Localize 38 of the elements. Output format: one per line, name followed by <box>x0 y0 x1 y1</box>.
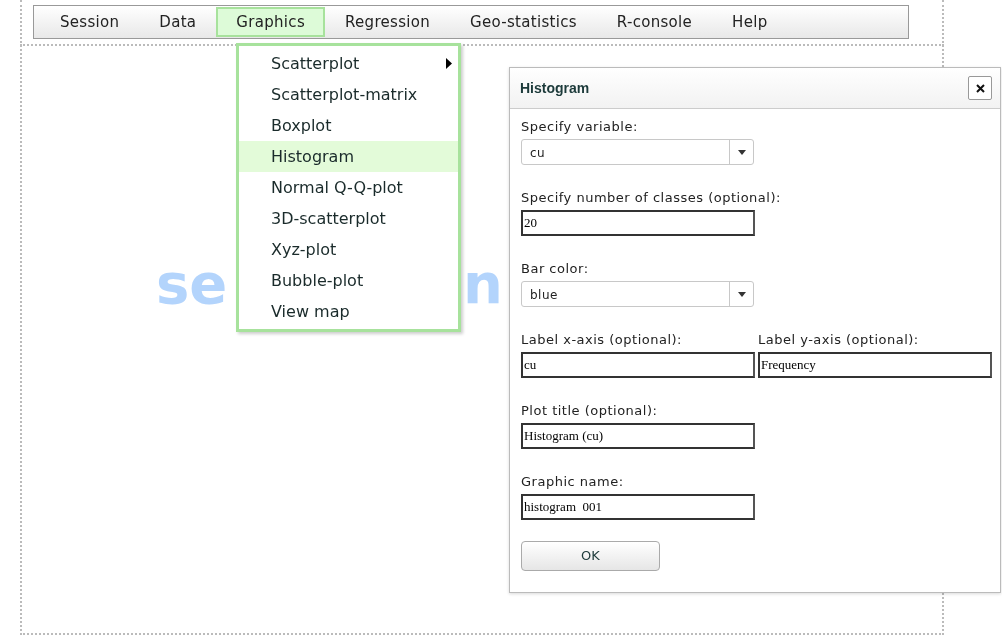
menu-option[interactable]: Scatterplot-matrix <box>239 79 458 110</box>
caret-down-icon <box>737 291 746 297</box>
logo-text: n <box>463 251 503 316</box>
field-label: Graphic name: <box>521 473 624 491</box>
ok-button[interactable]: OK <box>521 540 660 571</box>
menu-option[interactable]: Bubble-plot <box>239 265 458 296</box>
field-label: Bar color: <box>521 260 589 278</box>
menu-option[interactable]: Normal Q-Q-plot <box>239 172 458 203</box>
logo-text: se <box>156 251 228 316</box>
menu-option[interactable]: Scatterplot <box>239 48 458 79</box>
select-field[interactable]: blue <box>521 281 754 307</box>
input-field[interactable]: Frequency <box>758 352 992 378</box>
close-button[interactable] <box>968 76 992 100</box>
menu-item[interactable]: Data <box>139 7 217 37</box>
field-label: Plot title (optional): <box>521 402 658 420</box>
menu-item[interactable]: Regression <box>325 7 451 37</box>
menu-option[interactable]: View map <box>239 296 458 327</box>
menu-item[interactable]: Geo-statistics <box>450 7 597 37</box>
input-field[interactable]: cu <box>521 352 755 378</box>
menu-option[interactable]: Boxplot <box>239 110 458 141</box>
input-field[interactable]: histogram 001 <box>521 494 755 520</box>
field-label: Specify number of classes (optional): <box>521 189 781 207</box>
menu-option[interactable]: 3D-scatterplot <box>239 203 458 234</box>
field-label: Label x-axis (optional): <box>521 331 682 349</box>
menu-item[interactable]: Session <box>40 7 140 37</box>
caret-down-icon <box>737 149 746 155</box>
menu-option[interactable]: Xyz-plot <box>239 234 458 265</box>
select-field[interactable]: cu <box>521 139 754 165</box>
close-icon <box>975 83 985 93</box>
menu-option[interactable]: Histogram <box>239 141 458 172</box>
input-field[interactable]: Histogram (cu) <box>521 423 755 449</box>
menu-item[interactable]: Graphics <box>216 7 325 37</box>
input-field[interactable]: 20 <box>521 210 755 236</box>
field-label: Specify variable: <box>521 118 638 136</box>
dialog-title: Histogram <box>520 78 591 98</box>
field-label: Label y-axis (optional): <box>758 331 919 349</box>
menu-item[interactable]: Help <box>712 7 788 37</box>
menu-item[interactable]: R-console <box>596 7 713 37</box>
